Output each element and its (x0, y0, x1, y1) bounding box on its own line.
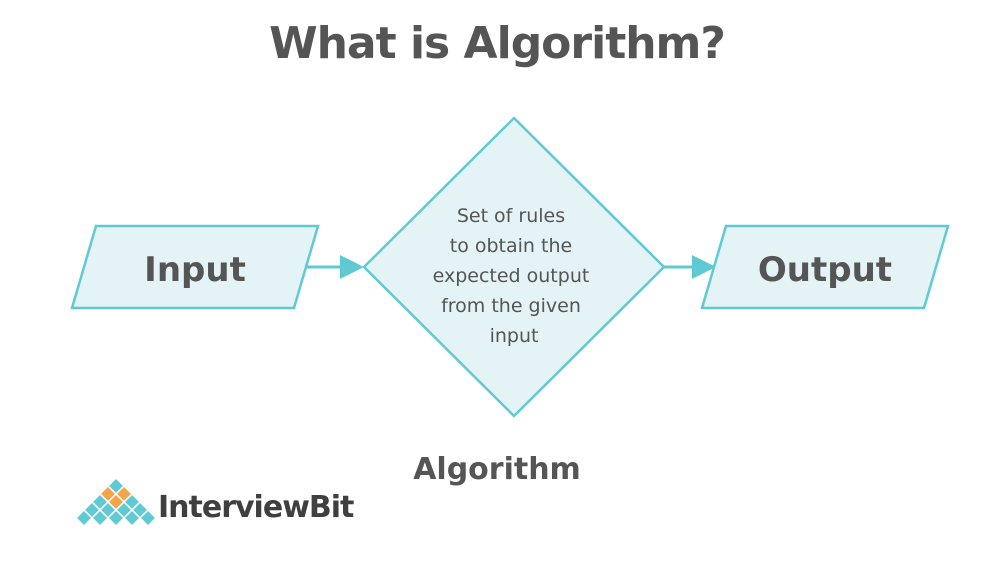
arrowhead-input-to-process (340, 255, 364, 279)
brand-name: InterviewBit (158, 490, 354, 525)
diagram-canvas: What is Algorithm? Input Set of rules to… (0, 0, 994, 564)
input-label: Input (144, 250, 246, 290)
process-line-3: expected output (433, 265, 590, 287)
process-line-2: to obtain the (450, 235, 572, 257)
process-line-1: Set of rules (457, 205, 565, 227)
process-line-4: from the given (441, 295, 581, 317)
algorithm-caption: Algorithm (413, 452, 581, 487)
output-label: Output (758, 250, 892, 290)
process-line-5: input (490, 325, 539, 347)
